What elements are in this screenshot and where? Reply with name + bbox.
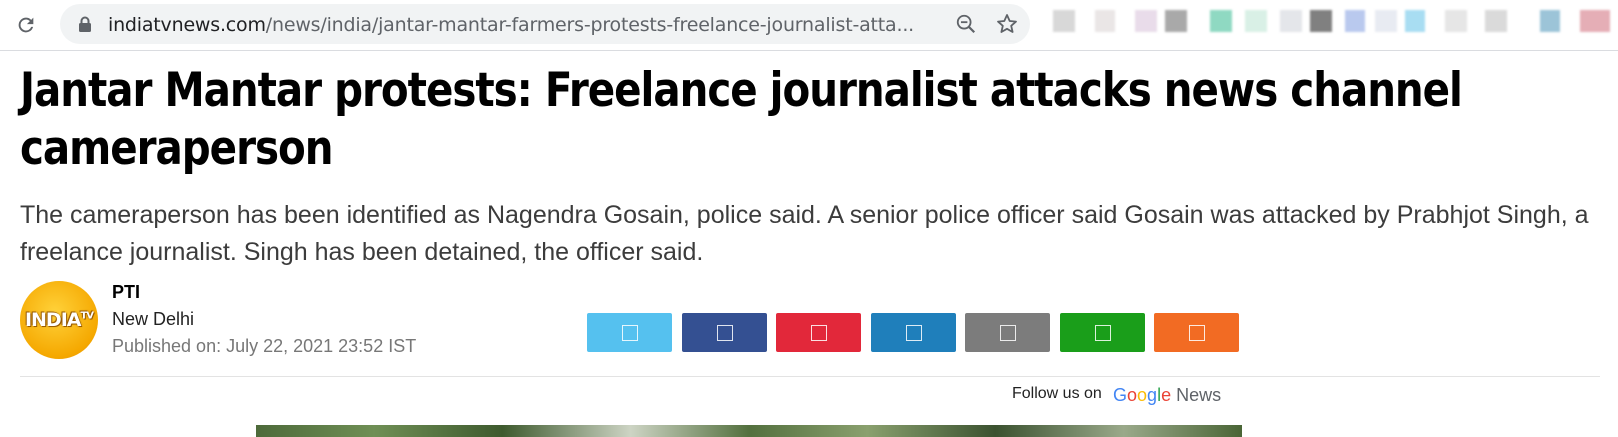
extension-icon[interactable] — [1580, 10, 1610, 32]
share-more-button[interactable] — [1154, 313, 1239, 352]
reload-icon — [18, 17, 34, 33]
published-date: Published on: July 22, 2021 23:52 IST — [112, 336, 417, 356]
share-email-button[interactable] — [965, 313, 1050, 352]
share-twitter-button[interactable] — [587, 313, 672, 352]
whatsapp-icon — [1094, 324, 1111, 341]
article-headline: Jantar Mantar protests: Freelance journa… — [20, 63, 1463, 176]
extension-icon[interactable] — [1095, 10, 1115, 32]
follow-us-label: Follow us on — [1012, 385, 1102, 402]
reload-button[interactable] — [10, 9, 42, 41]
extension-icon[interactable] — [1445, 10, 1467, 32]
lock-icon[interactable] — [78, 16, 92, 32]
author-name[interactable]: PTI — [112, 282, 140, 303]
extension-icon[interactable] — [1375, 10, 1397, 32]
url-domain: indiatvnews.com — [108, 14, 266, 36]
share-facebook-button[interactable] — [682, 313, 767, 352]
extension-icon[interactable] — [1245, 10, 1267, 32]
share-icon — [1188, 324, 1205, 341]
pinterest-icon — [810, 324, 827, 341]
url-path: /news/india/jantar-mantar-farmers-protes… — [265, 14, 915, 36]
share-whatsapp-button[interactable] — [1060, 313, 1145, 352]
twitter-icon — [621, 324, 638, 341]
extension-icon[interactable] — [1310, 10, 1332, 32]
facebook-icon — [716, 324, 733, 341]
article-summary: The cameraperson has been identified as … — [20, 201, 1589, 266]
url-text[interactable]: indiatvnews.com/news/india/jantar-mantar… — [108, 14, 978, 36]
article-hero-image — [256, 425, 1242, 437]
extensions-area — [1045, 0, 1618, 50]
extension-icon[interactable] — [1165, 10, 1187, 32]
dateline-location: New Delhi — [112, 309, 195, 329]
extension-icon[interactable] — [1540, 10, 1560, 32]
divider — [20, 376, 1600, 377]
extension-icon[interactable] — [1405, 10, 1425, 32]
extension-icon[interactable] — [1210, 10, 1232, 32]
linkedin-icon — [905, 324, 922, 341]
indiatv-logo: INDIATV — [20, 281, 98, 359]
extension-icon[interactable] — [1485, 10, 1507, 32]
google-logo-text: Google — [1113, 385, 1172, 405]
extension-icon[interactable] — [1135, 10, 1157, 32]
extension-icon[interactable] — [1053, 10, 1075, 32]
logo-text: INDIA — [24, 309, 82, 331]
google-news-link[interactable]: Google News — [1113, 385, 1221, 406]
share-pinterest-button[interactable] — [776, 313, 861, 352]
browser-toolbar: indiatvnews.com/news/india/jantar-mantar… — [0, 0, 1618, 51]
logo-tv-text: TV — [80, 310, 94, 322]
extension-icon[interactable] — [1280, 10, 1302, 32]
address-bar[interactable]: indiatvnews.com/news/india/jantar-mantar… — [60, 4, 1030, 44]
bookmark-star-icon[interactable] — [995, 12, 1019, 36]
email-icon — [999, 324, 1016, 341]
news-label: News — [1176, 385, 1222, 405]
extension-icon[interactable] — [1345, 10, 1365, 32]
zoom-out-icon[interactable] — [955, 13, 977, 35]
share-linkedin-button[interactable] — [871, 313, 956, 352]
